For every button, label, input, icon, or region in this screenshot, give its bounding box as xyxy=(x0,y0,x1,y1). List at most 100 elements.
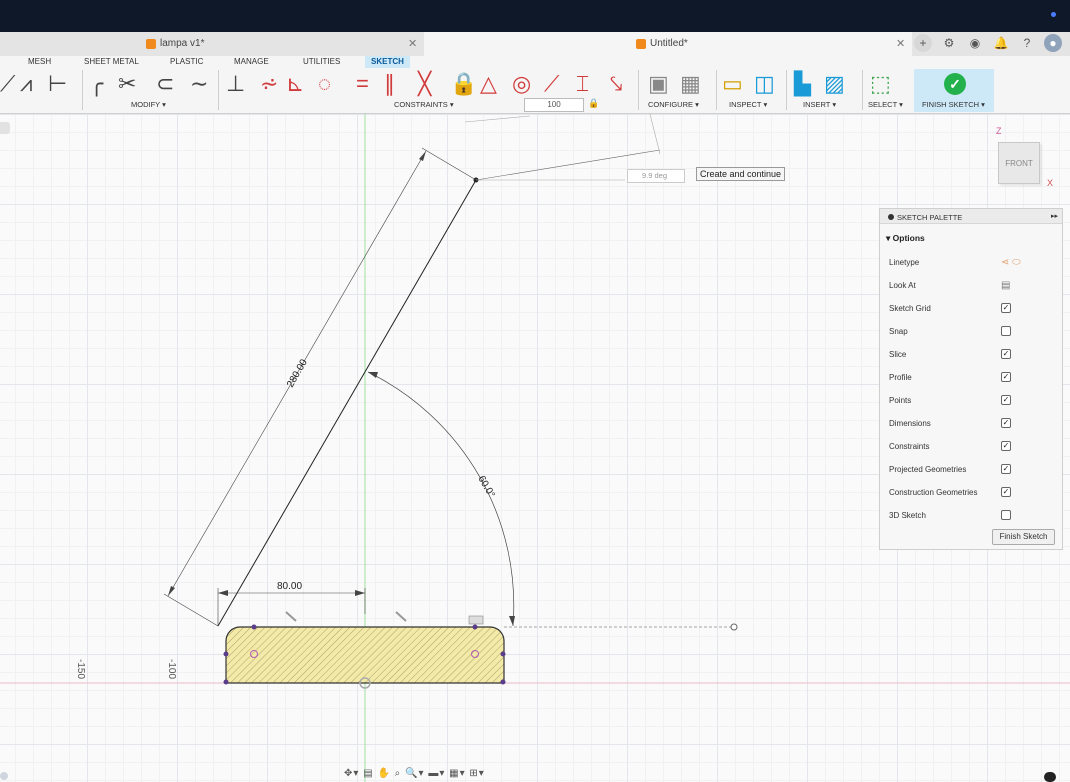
select-icon[interactable]: ⬚ xyxy=(870,72,891,96)
spline-icon[interactable]: ⟋ xyxy=(0,72,15,96)
palette-row-snap: Snap xyxy=(880,320,1062,343)
angle-ref-line xyxy=(649,114,661,155)
notification-dot xyxy=(1051,12,1056,17)
fillet-icon[interactable]: ╭ xyxy=(90,72,103,96)
tangent-icon[interactable]: ◌ xyxy=(318,72,331,96)
sketch-palette: SKETCH PALETTE ▸▸ ▾ Options Linetype ⋖ ⬭ … xyxy=(879,208,1063,550)
help-icon[interactable]: ? xyxy=(1018,34,1036,52)
constraints-menu[interactable]: CONSTRAINTS ▾ xyxy=(394,100,454,109)
axis-label-neg100: -100 xyxy=(166,659,177,679)
slice-checkbox[interactable]: ✓ xyxy=(1001,349,1011,359)
notifications-icon[interactable]: 🔔 xyxy=(992,34,1010,52)
snap-checkbox[interactable] xyxy=(1001,326,1011,336)
curvature-icon[interactable]: ⤥ xyxy=(610,72,622,96)
profile-checkbox[interactable]: ✓ xyxy=(1001,372,1011,382)
toolbar-ribbon: MESH SHEET METAL PLASTIC MANAGE UTILITIE… xyxy=(0,56,1070,114)
modify-menu[interactable]: MODIFY ▾ xyxy=(131,100,166,109)
configure-menu[interactable]: CONFIGURE ▾ xyxy=(648,100,699,109)
dimension-icon[interactable]: ⊢ xyxy=(48,72,67,96)
close-icon[interactable]: ✕ xyxy=(408,37,417,50)
tab-sketch[interactable]: SKETCH xyxy=(365,56,410,68)
tab-untitled[interactable]: Untitled* ✕ xyxy=(424,32,912,56)
row-label: Profile xyxy=(889,373,912,382)
value-input[interactable]: 100 xyxy=(524,98,584,112)
insert-menu[interactable]: INSERT ▾ xyxy=(803,100,836,109)
options-section-header[interactable]: ▾ Options xyxy=(880,224,1062,251)
viewports-icon[interactable]: ⊞ xyxy=(469,768,478,779)
sketch-dimension-icon[interactable]: ⊥ xyxy=(226,72,245,96)
linetype-icon[interactable]: ⋖ ⬭ xyxy=(1001,251,1021,274)
finish-sketch-menu[interactable]: FINISH SKETCH ▾ xyxy=(922,100,985,109)
fix-lock-icon[interactable]: 🔒 xyxy=(450,72,477,96)
orbit-icon[interactable]: ✥ xyxy=(344,768,353,779)
trim-icon[interactable]: ✂ xyxy=(118,72,136,96)
box-icon xyxy=(636,38,646,49)
offset-icon[interactable]: ⊂ xyxy=(156,72,174,96)
dim-arrow xyxy=(218,590,228,596)
select-menu[interactable]: SELECT ▾ xyxy=(868,100,903,109)
look-at-icon[interactable]: ▤ xyxy=(363,768,373,779)
finish-sketch-palette-button[interactable]: Finish Sketch xyxy=(992,529,1055,545)
extend-icon[interactable]: ∼ xyxy=(190,72,208,96)
triangle-icon[interactable]: △ xyxy=(480,72,497,96)
viewcube-front[interactable]: FRONT xyxy=(998,142,1040,184)
tab-plastic[interactable]: PLASTIC xyxy=(170,56,203,68)
concentric-icon[interactable]: ◎ xyxy=(512,72,531,96)
mirror-icon[interactable]: ⩘ xyxy=(20,72,32,96)
construction-geometries-checkbox[interactable]: ✓ xyxy=(1001,487,1011,497)
grid-settings-icon[interactable]: ▦ xyxy=(449,768,459,779)
interference-icon[interactable]: ◫ xyxy=(754,72,775,96)
job-status-icon[interactable]: ◉ xyxy=(966,34,984,52)
palette-row-profile: Profile ✓ xyxy=(880,366,1062,389)
palette-row-3d-sketch: 3D Sketch xyxy=(880,504,1062,527)
sketch-point xyxy=(223,679,229,685)
symmetry-icon[interactable]: ⌶ xyxy=(576,72,589,96)
divider xyxy=(716,70,717,110)
change-parameters-icon[interactable]: ▣ xyxy=(648,72,669,96)
angle-input-field[interactable]: 9.9 deg xyxy=(627,169,685,183)
palette-header[interactable]: SKETCH PALETTE ▸▸ xyxy=(880,209,1062,224)
new-tab-icon[interactable]: + xyxy=(914,34,932,52)
axis-x-label: X xyxy=(1047,178,1054,188)
configure-table-icon[interactable]: ▦ xyxy=(680,72,701,96)
insert-derive-icon[interactable]: ▙ xyxy=(794,72,811,96)
sketch-grid-checkbox[interactable]: ✓ xyxy=(1001,303,1011,313)
navigation-bar[interactable]: ✥▾ ▤ ✋ ⌕ 🔍▾ ▬▾ ▦▾ ⊞▾ xyxy=(344,768,485,779)
display-settings-icon[interactable]: ▬ xyxy=(428,768,439,779)
look-at-icon[interactable]: ▤ xyxy=(1001,274,1010,297)
expand-icon[interactable]: ▸▸ xyxy=(1051,212,1058,220)
dim-angle-label[interactable]: 60.0° xyxy=(475,474,496,500)
tab-utilities[interactable]: UTILITIES xyxy=(303,56,340,68)
divider xyxy=(862,70,863,110)
midpoint-icon[interactable]: ⟋ xyxy=(544,72,559,96)
insert-image-icon[interactable]: ▨ xyxy=(824,72,845,96)
zoom-icon[interactable]: 🔍 xyxy=(405,768,418,779)
coincident-icon[interactable]: ⩫ xyxy=(260,72,278,96)
status-indicator xyxy=(0,772,8,780)
dim-arrow xyxy=(419,151,426,161)
equal-icon[interactable]: = xyxy=(356,72,369,96)
tab-mesh[interactable]: MESH xyxy=(28,56,51,68)
pan-icon[interactable]: ✋ xyxy=(377,768,390,779)
zoom-window-icon[interactable]: ⌕ xyxy=(395,768,402,779)
dim-80-label[interactable]: 80.00 xyxy=(277,581,302,592)
dim-280-label[interactable]: 280.00 xyxy=(285,357,310,389)
comments-icon[interactable] xyxy=(1044,772,1056,782)
extensions-icon[interactable]: ⚙ xyxy=(940,34,958,52)
tab-lampa[interactable]: lampa v1* ✕ xyxy=(0,32,424,56)
projected-geometries-checkbox[interactable]: ✓ xyxy=(1001,464,1011,474)
avatar[interactable]: ● xyxy=(1044,34,1062,52)
3d-sketch-checkbox[interactable] xyxy=(1001,510,1011,520)
lock-icon[interactable]: 🔒 xyxy=(588,98,599,109)
measure-icon[interactable]: ▭ xyxy=(722,72,743,96)
inspect-menu[interactable]: INSPECT ▾ xyxy=(729,100,767,109)
perpendicular-icon[interactable]: ⊾ xyxy=(286,72,304,96)
close-icon[interactable]: ✕ xyxy=(896,37,905,50)
tab-manage[interactable]: MANAGE xyxy=(234,56,269,68)
constraints-checkbox[interactable]: ✓ xyxy=(1001,441,1011,451)
dimensions-checkbox[interactable]: ✓ xyxy=(1001,418,1011,428)
parallel-icon[interactable]: ∥ xyxy=(384,72,395,96)
points-checkbox[interactable]: ✓ xyxy=(1001,395,1011,405)
collinear-icon[interactable]: ╳ xyxy=(418,72,431,96)
tab-sheet-metal[interactable]: SHEET METAL xyxy=(84,56,139,68)
